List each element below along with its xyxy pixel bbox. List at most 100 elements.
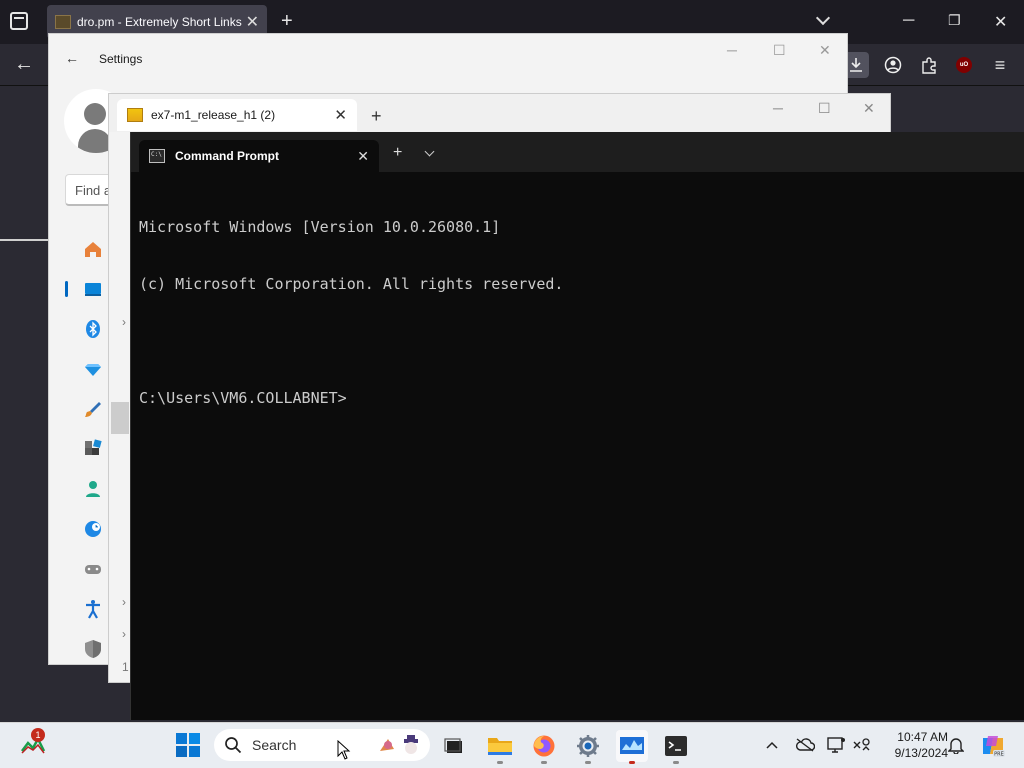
- clock-time: 10:47 AM: [897, 730, 948, 744]
- winrar-tab[interactable]: ex7-m1_release_h1 (2) ✕: [117, 99, 357, 131]
- browser-tab-title: dro.pm - Extremely Short Links: [77, 15, 242, 29]
- terminal-line: ​: [139, 332, 563, 351]
- settings-title: Settings: [99, 52, 143, 66]
- system-icon: [85, 283, 101, 296]
- close-tab-icon[interactable]: ✕: [357, 148, 369, 165]
- bell-icon: [948, 738, 964, 754]
- close-window-icon[interactable]: ✕: [863, 100, 875, 117]
- hamburger-icon: ≡: [994, 54, 1006, 75]
- network-error-icon: [853, 738, 870, 751]
- terminal-line: Microsoft Windows [Version 10.0.26080.1]: [139, 218, 501, 236]
- scrollbar-thumb[interactable]: [111, 402, 129, 434]
- file-explorer-button[interactable]: [484, 730, 516, 764]
- terminal-tab[interactable]: Command Prompt ✕: [139, 140, 379, 172]
- puzzle-icon: [922, 57, 936, 74]
- back-arrow-icon[interactable]: ←: [65, 50, 79, 66]
- cmd-icon: [149, 149, 165, 163]
- monitor-app-icon: [620, 737, 644, 754]
- notification-badge: 1: [31, 728, 45, 742]
- new-tab-button[interactable]: +: [371, 106, 382, 127]
- maximize-icon[interactable]: ☐: [773, 42, 786, 59]
- chevron-down-icon[interactable]: [815, 10, 831, 26]
- terminal-line: (c) Microsoft Corporation. All rights re…: [139, 275, 564, 293]
- task-view-button[interactable]: [438, 730, 470, 762]
- avatar-head: [84, 103, 106, 125]
- home-icon: [85, 242, 101, 257]
- close-tab-icon[interactable]: ✕: [246, 12, 259, 32]
- display-button[interactable]: [826, 735, 846, 755]
- ublock-icon: uO: [956, 57, 972, 73]
- new-tab-button[interactable]: +: [393, 144, 402, 162]
- ublock-button[interactable]: uO: [951, 52, 977, 78]
- cloud-offline-icon: [796, 738, 815, 752]
- bluetooth-icon: [86, 320, 100, 338]
- paintbrush-icon: [85, 402, 101, 417]
- running-indicator: [585, 761, 591, 764]
- row-number: 1: [122, 660, 129, 674]
- search-icon: [225, 737, 242, 754]
- running-indicator: [541, 761, 547, 764]
- minimize-icon[interactable]: ─: [727, 42, 737, 58]
- close-window-icon[interactable]: ✕: [994, 12, 1007, 32]
- winrar-tab-title: ex7-m1_release_h1 (2): [151, 108, 276, 122]
- chevron-right-icon[interactable]: ›: [122, 315, 126, 329]
- network-icon: [85, 364, 101, 376]
- terminal-button[interactable]: [660, 730, 692, 764]
- firefox-button[interactable]: [528, 730, 560, 764]
- terminal-icon: [665, 736, 687, 756]
- svg-text:PRE: PRE: [994, 752, 1004, 758]
- command-prompt-window: Command Prompt ✕ + Microsoft Windows [Ve…: [130, 132, 1024, 720]
- chevron-right-icon[interactable]: ›: [122, 595, 126, 609]
- running-indicator: [497, 761, 503, 764]
- running-indicator: [673, 761, 679, 764]
- windows-start-icon[interactable]: [176, 733, 200, 757]
- network-status-button[interactable]: [852, 735, 872, 755]
- notifications-button[interactable]: [946, 735, 966, 755]
- terminal-prompt: C:\Users\VM6.COLLABNET>: [139, 389, 347, 407]
- gear-icon: [577, 735, 599, 757]
- archive-icon: [127, 108, 143, 122]
- shield-icon: [85, 640, 101, 658]
- restore-icon[interactable]: ❐: [948, 12, 961, 29]
- taskbar-search-box[interactable]: Search: [214, 729, 430, 761]
- search-label: Search: [252, 737, 297, 753]
- list-all-tabs-icon[interactable]: [10, 12, 28, 30]
- menu-button[interactable]: ≡: [987, 52, 1013, 78]
- site-favicon-icon: [55, 15, 71, 29]
- minimize-icon[interactable]: ─: [903, 12, 914, 30]
- avatar-body: [78, 129, 112, 153]
- page-divider: [0, 239, 48, 241]
- firefox-icon: [533, 735, 555, 757]
- accounts-icon: [86, 481, 100, 497]
- accessibility-icon: [86, 600, 100, 619]
- gamepad-icon: [85, 565, 101, 574]
- maximize-icon[interactable]: ☐: [818, 100, 831, 117]
- terminal-output[interactable]: Microsoft Windows [Version 10.0.26080.1]…: [139, 180, 563, 446]
- close-window-icon[interactable]: ✕: [819, 42, 831, 59]
- extensions-button[interactable]: [916, 52, 942, 78]
- chevron-down-icon[interactable]: [424, 146, 435, 157]
- terminal-tab-bar: Command Prompt ✕ +: [131, 132, 1024, 172]
- show-hidden-icons-button[interactable]: [762, 735, 782, 755]
- task-view-icon: [444, 738, 462, 753]
- chevron-right-icon[interactable]: ›: [122, 627, 126, 641]
- folder-icon: [488, 738, 512, 755]
- account-button[interactable]: [880, 52, 906, 78]
- clock-date: 9/13/2024: [894, 746, 948, 760]
- new-tab-button[interactable]: +: [281, 10, 293, 33]
- close-tab-icon[interactable]: ✕: [334, 106, 347, 124]
- globe-clock-icon: [85, 521, 101, 537]
- search-highlight-icon: [380, 735, 418, 754]
- settings-button[interactable]: [572, 730, 604, 764]
- winrar-button[interactable]: [616, 730, 648, 764]
- terminal-tab-title: Command Prompt: [175, 149, 280, 163]
- copilot-icon[interactable]: PRE: [980, 733, 1006, 759]
- apps-icon: [85, 439, 102, 455]
- download-icon: [850, 58, 862, 72]
- onedrive-button[interactable]: [795, 735, 815, 755]
- monitor-icon: [827, 737, 845, 753]
- mouse-cursor-icon: [337, 740, 351, 760]
- minimize-icon[interactable]: ─: [773, 100, 783, 116]
- system-clock[interactable]: 10:47 AM 9/13/2024: [880, 729, 948, 761]
- back-button[interactable]: ←: [14, 53, 34, 76]
